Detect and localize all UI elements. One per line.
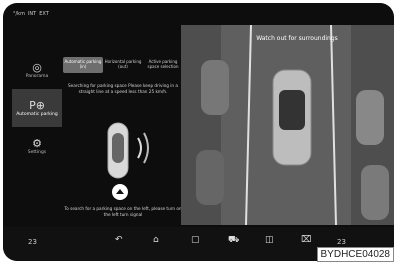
tab-active-parking-space-selection[interactable]: Active parking space selection [143,57,183,73]
sidebar-item-label: Settings [27,149,47,155]
surroundings-warning: Watch out for surroundings [256,35,338,42]
parking-icon: P⊕ [29,98,45,112]
car-top-view [107,122,149,179]
parking-button-icon[interactable] [111,183,129,201]
square-icon[interactable]: ▢ [191,235,200,245]
camera-icon[interactable]: ⌧ [301,235,311,245]
back-icon[interactable]: ↶ [115,235,123,245]
figure-label: BYDHCE04028 [316,247,394,262]
left-temperature: 23 [28,238,37,246]
tab-horizontal-parking-out[interactable]: Horizontal parking (out) [103,57,143,73]
parking-camera-icon[interactable]: ◫ [265,235,274,245]
sidebar-item-automatic-parking[interactable]: P⊕ Automatic parking [12,89,62,127]
camera-icon: ◎ [32,60,42,74]
sidebar-item-settings[interactable]: ⚙ Settings [12,127,62,165]
home-icon[interactable]: ⌂ [153,235,159,245]
car-icon[interactable]: ⛟ [228,235,239,246]
status-item-3: EXT [39,11,49,17]
right-temperature: 23 [337,238,346,246]
parking-camera-image [181,25,394,225]
sidebar-item-panorama[interactable]: ◎ Panorama [12,51,62,89]
status-item-1: °/km [13,11,25,17]
sidebar-item-label: Automatic parking [16,111,58,117]
gear-icon: ⚙ [32,136,42,150]
sidebar-item-label: Panorama [25,73,49,79]
camera-view [181,25,394,225]
sidebar: ◎ Panorama P⊕ Automatic parking ⚙ Settin… [12,51,62,211]
parking-mode-tabs: Automatic parking (in) Horizontal parkin… [63,57,183,73]
parking-status-text: Searching for parking space Please keep … [68,83,178,94]
tab-automatic-parking-in[interactable]: Automatic parking (in) [63,57,103,73]
infotainment-screen: °/km INT EXT ◎ Panorama P⊕ Automatic par… [3,3,394,261]
left-signal-instruction: To search for a parking space on the lef… [64,206,182,217]
status-item-2: INT [27,11,37,17]
status-bar: °/km INT EXT [3,3,183,25]
